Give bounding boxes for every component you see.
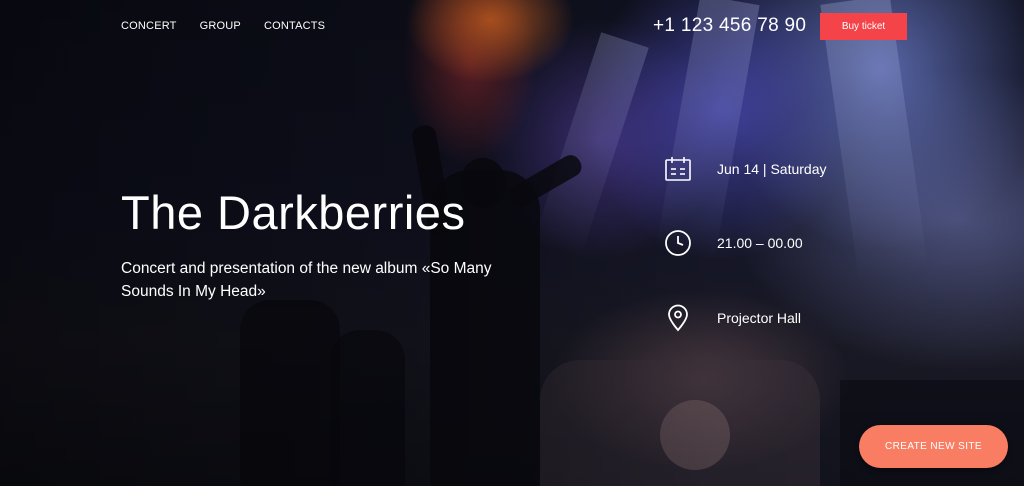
hero-section: CONCERT GROUP CONTACTS +1 123 456 78 90 … bbox=[0, 0, 1024, 486]
background-overlay bbox=[0, 0, 1024, 486]
nav-item-concert[interactable]: CONCERT bbox=[121, 20, 177, 32]
page-title: The Darkberries bbox=[121, 186, 466, 239]
event-location-text: Projector Hall bbox=[717, 310, 802, 326]
event-time: 21.00 – 00.00 bbox=[664, 229, 803, 257]
phone-number[interactable]: +1 123 456 78 90 bbox=[653, 15, 806, 37]
nav-item-contacts[interactable]: CONTACTS bbox=[264, 20, 325, 32]
event-date: Jun 14 | Saturday bbox=[664, 155, 826, 183]
event-time-text: 21.00 – 00.00 bbox=[717, 235, 803, 251]
hero-subtitle: Concert and presentation of the new albu… bbox=[121, 260, 492, 300]
main-nav: CONCERT GROUP CONTACTS bbox=[121, 20, 325, 32]
clock-icon bbox=[664, 229, 692, 257]
create-new-site-button[interactable]: CREATE NEW SITE bbox=[859, 425, 1008, 468]
buy-ticket-button[interactable]: Buy ticket bbox=[820, 13, 907, 40]
nav-item-group[interactable]: GROUP bbox=[200, 20, 241, 32]
location-pin-icon bbox=[664, 304, 692, 332]
calendar-icon bbox=[664, 155, 692, 183]
event-location: Projector Hall bbox=[664, 304, 801, 332]
event-date-text: Jun 14 | Saturday bbox=[717, 161, 827, 177]
